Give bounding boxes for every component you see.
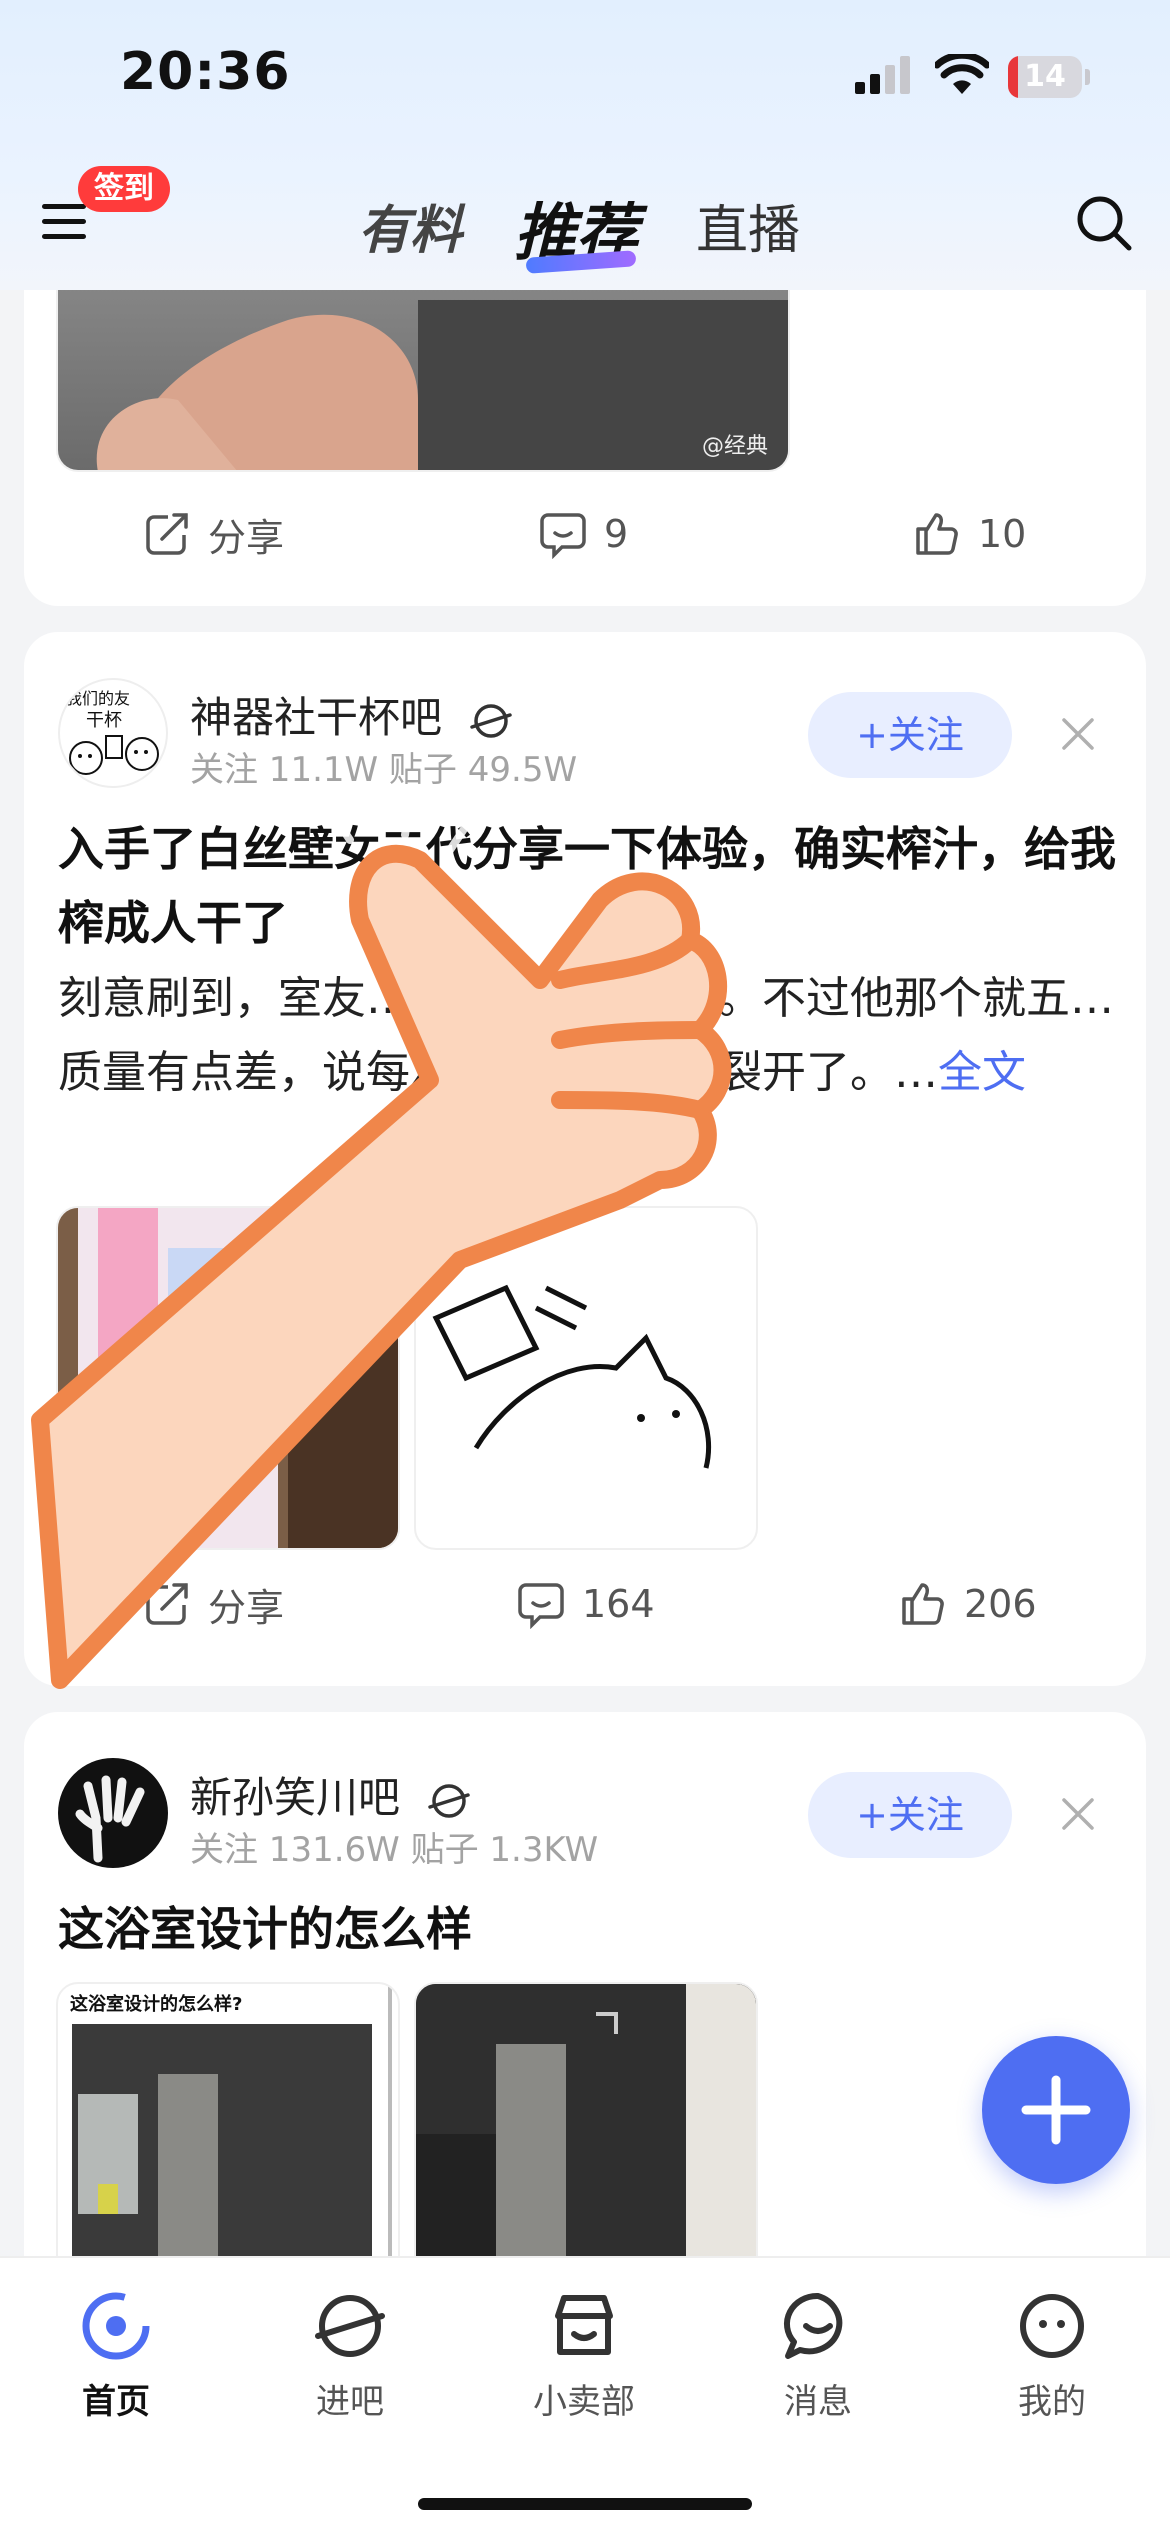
svg-text:我们的友: 我们的友	[66, 689, 130, 708]
tab-home-label: 首页	[82, 2382, 150, 2422]
read-more-link[interactable]: 全文	[938, 1047, 1026, 1098]
share-label: 分享	[208, 1585, 285, 1630]
tab-profile-label: 我的	[1018, 2382, 1086, 2422]
post-image[interactable]	[56, 1206, 400, 1550]
post-image[interactable]	[414, 1206, 758, 1550]
thumbs-up-icon	[916, 513, 958, 555]
status-time: 20:36	[120, 42, 291, 102]
search-icon[interactable]	[1075, 194, 1133, 252]
shop-icon	[555, 2295, 613, 2355]
like-button[interactable]: 206	[898, 1564, 1037, 1644]
comment-button[interactable]: 9	[538, 494, 628, 574]
share-icon	[146, 513, 188, 555]
tab-forums-label: 进吧	[316, 2382, 384, 2422]
comment-icon	[518, 1583, 564, 1629]
tab-shop-label: 小卖部	[533, 2382, 635, 2422]
forum-stats: 关注 131.6W 贴子 1.3KW	[190, 1830, 599, 1870]
post-title[interactable]: 这浴室设计的怎么样	[58, 1892, 1118, 1966]
post-actions: 分享 9 10	[24, 494, 1146, 574]
comment-button[interactable]: 164	[516, 1564, 655, 1644]
comment-count: 9	[604, 512, 629, 556]
cat-doodle	[432, 1284, 712, 1469]
comment-icon	[540, 513, 586, 559]
feed-card[interactable]: @经典 分享 9 10	[24, 240, 1146, 606]
planet-icon	[315, 2295, 385, 2357]
close-icon[interactable]	[1056, 712, 1100, 756]
feed-card[interactable]: 我们的友 干杯 神器社干杯吧 关注 11.1W 贴子 49.5W +关注 入手了…	[24, 632, 1146, 1686]
follow-button[interactable]: +关注	[808, 1772, 1012, 1858]
share-button[interactable]: 分享	[142, 494, 284, 574]
tab-home[interactable]: 首页	[46, 2286, 186, 2423]
menu-icon[interactable]	[40, 200, 92, 244]
post-title[interactable]: 入手了白丝壁女二代分享一下体验，确实榨汁，给我榨成人干了	[58, 812, 1118, 960]
share-button[interactable]: 分享	[142, 1564, 284, 1644]
forum-name[interactable]: 神器社干杯吧	[190, 684, 513, 745]
post-body[interactable]: 刻意刷到，室友…感觉也挺好用的。不过他那个就五…质量有点差，说每次洗都掉渣…点裂…	[58, 962, 1138, 1110]
create-post-button[interactable]	[982, 2036, 1130, 2184]
bottom-tab-bar: 首页 进吧 小卖部 消息 我的	[0, 2256, 1170, 2532]
svg-text:干杯: 干杯	[86, 710, 122, 731]
forum-planet-icon	[428, 1783, 471, 1818]
forum-planet-icon	[470, 703, 513, 738]
image-watermark: @经典	[701, 434, 768, 459]
follow-button[interactable]: +关注	[808, 692, 1012, 778]
profile-icon	[1020, 2294, 1084, 2358]
close-icon[interactable]	[1056, 1792, 1100, 1836]
thumbs-up-icon	[902, 1583, 944, 1625]
tab-messages[interactable]: 消息	[748, 2286, 888, 2423]
home-icon	[82, 2292, 150, 2360]
comment-count: 164	[582, 1582, 655, 1626]
forum-avatar[interactable]	[58, 1758, 168, 1868]
status-bar: 20:36 14	[0, 0, 1170, 150]
post-actions: 分享 164 206	[24, 1564, 1146, 1644]
battery-percent: 14	[1024, 59, 1066, 94]
tab-shop[interactable]: 小卖部	[514, 2286, 654, 2423]
message-icon	[783, 2292, 843, 2359]
like-button[interactable]: 10	[912, 494, 1026, 574]
forum-avatar[interactable]: 我们的友 干杯	[58, 678, 168, 788]
image-caption: 这浴室设计的怎么样?	[70, 1994, 243, 2015]
share-label: 分享	[208, 515, 285, 560]
cellular-signal-icon	[855, 56, 910, 94]
forum-stats: 关注 11.1W 贴子 49.5W	[190, 750, 578, 790]
forum-name[interactable]: 新孙笑川吧	[190, 1764, 471, 1825]
product-box-photo	[58, 1208, 398, 1548]
top-nav: 签到 有料 推荐 直播	[0, 160, 1170, 290]
hand-sign-avatar	[75, 1775, 145, 1863]
wifi-icon	[935, 54, 989, 94]
battery-indicator: 14	[1008, 56, 1090, 98]
like-count: 206	[964, 1582, 1037, 1626]
signin-badge[interactable]: 签到	[78, 166, 170, 212]
share-icon	[146, 1583, 188, 1625]
like-count: 10	[978, 512, 1027, 556]
home-indicator	[418, 2498, 752, 2510]
plus-icon	[1021, 2075, 1091, 2145]
cartoon-avatar: 我们的友 干杯	[66, 689, 159, 775]
tab-youliao[interactable]: 有料	[358, 188, 462, 263]
tab-profile[interactable]: 我的	[982, 2286, 1122, 2423]
tab-forums[interactable]: 进吧	[280, 2286, 420, 2423]
top-header: 20:36 14 签到 有料 推荐 直播	[0, 0, 1170, 290]
tab-messages-label: 消息	[784, 2382, 852, 2422]
tab-live[interactable]: 直播	[696, 188, 800, 263]
